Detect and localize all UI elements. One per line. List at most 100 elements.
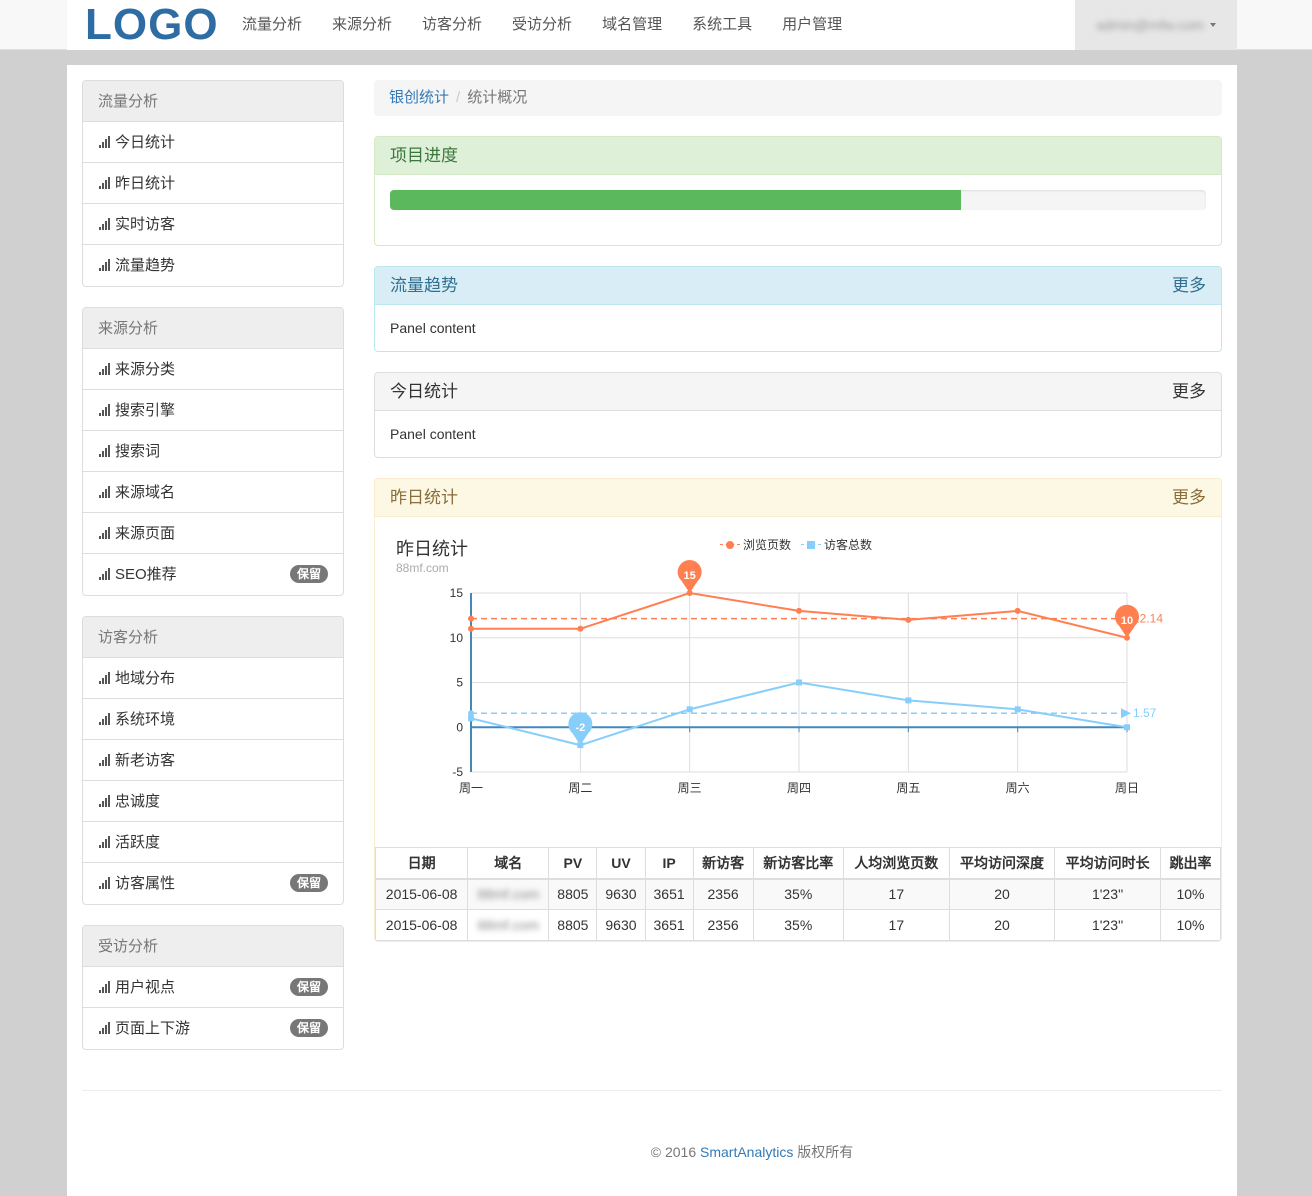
sidebar-item[interactable]: 来源域名 xyxy=(83,472,343,513)
table-cell: 8805 xyxy=(548,909,598,941)
sidebar-item-label: 流量趋势 xyxy=(115,257,176,274)
signal-bars-icon xyxy=(99,568,112,580)
reserved-badge: 保留 xyxy=(289,1019,328,1037)
y-tick-label: 15 xyxy=(450,586,464,600)
footer: © 2016 SmartAnalytics 版权所有 xyxy=(67,1142,1312,1162)
x-tick-label: 周日 xyxy=(1115,781,1139,795)
data-point xyxy=(796,607,802,614)
trend-more-link[interactable]: 更多 xyxy=(1172,267,1206,305)
sidebar-item[interactable]: 用户视点 保留 xyxy=(83,967,343,1008)
table-cell: 3651 xyxy=(644,909,694,941)
footer-brand-link[interactable]: SmartAnalytics xyxy=(700,1144,793,1160)
x-tick-label: 周一 xyxy=(459,781,483,795)
sidebar-group-heading: 受访分析 xyxy=(83,926,343,967)
trend-panel-heading: 流量趋势 更多 xyxy=(375,267,1221,305)
user-menu-dropdown[interactable]: admin@mfw.com xyxy=(1075,0,1237,50)
sidebar-item[interactable]: 地域分布 xyxy=(83,658,343,699)
data-point xyxy=(1124,724,1130,731)
top-navbar: LOGO 流量分析 来源分析 访客分析 受访分析 域名管理 系统工具 用户管理 … xyxy=(0,0,1312,50)
sidebar-item[interactable]: 来源分类 xyxy=(83,349,343,390)
table-cell: 35% xyxy=(752,909,844,941)
today-panel: 今日统计 更多 Panel content xyxy=(374,372,1222,458)
sidebar-item-label: 页面上下游 xyxy=(115,1020,191,1037)
sidebar-item-label: 来源域名 xyxy=(115,484,176,501)
legend-item-pageviews[interactable]: 浏览页数 xyxy=(720,536,791,553)
sidebar-item[interactable]: 新老访客 xyxy=(83,740,343,781)
average-start-marker xyxy=(468,615,474,622)
progress-panel: 项目进度 xyxy=(374,136,1222,246)
signal-bars-icon xyxy=(99,836,112,848)
sidebar-item[interactable]: 访客属性 保留 xyxy=(83,863,343,904)
sidebar-item[interactable]: 流量趋势 xyxy=(83,245,343,286)
table-header-row: 日期 域名 PV UV IP 新访客 新访客比率 人均浏览页数 平均访问深度 平均访问时长 跳出率 xyxy=(375,847,1221,880)
nav-item-visited[interactable]: 受访分析 xyxy=(497,0,587,50)
page-container: 流量分析 今日统计 昨日统计 实时访客 流量趋势 来源分析 来源分类 搜索引擎 搜索词 来源域名来… xyxy=(67,65,1237,1196)
sidebar-item[interactable]: 活跃度 xyxy=(83,822,343,863)
x-tick-label: 周二 xyxy=(568,781,592,795)
table-cell: 20 xyxy=(948,909,1056,941)
signal-bars-icon xyxy=(99,754,112,766)
table-cell: 8805 xyxy=(548,878,598,910)
trend-panel-body: Panel content xyxy=(390,320,476,336)
nav-item-tools[interactable]: 系统工具 xyxy=(677,0,767,50)
legend-item-visitors[interactable]: 访客总数 xyxy=(801,536,872,553)
sidebar-item[interactable]: 搜索词 xyxy=(83,431,343,472)
x-tick-label: 周五 xyxy=(896,781,920,795)
sidebar-item[interactable]: 忠诚度 xyxy=(83,781,343,822)
nav-item-users[interactable]: 用户管理 xyxy=(767,0,857,50)
yesterday-more-link[interactable]: 更多 xyxy=(1172,479,1206,517)
nav-item-domain[interactable]: 域名管理 xyxy=(587,0,677,50)
domain-cell: 88mf.com xyxy=(467,909,550,941)
y-tick-label: -5 xyxy=(452,765,463,779)
table-header-cell: IP xyxy=(644,847,694,880)
signal-bars-icon xyxy=(99,218,112,230)
table-cell: 10% xyxy=(1160,909,1221,941)
table-cell: 10% xyxy=(1160,878,1221,910)
sidebar-item[interactable]: 搜索引擎 xyxy=(83,390,343,431)
breadcrumb-link[interactable]: 银创统计 xyxy=(389,89,449,106)
domain-cell: 88mf.com xyxy=(467,878,550,910)
chart-title: 昨日统计 xyxy=(396,539,468,560)
table-cell: 35% xyxy=(752,878,844,910)
signal-bars-icon xyxy=(99,1022,112,1034)
table-header-cell: 平均访问时长 xyxy=(1054,847,1161,880)
today-panel-title: 今日统计 xyxy=(390,382,458,401)
signal-bars-icon xyxy=(99,136,112,148)
sidebar-item[interactable]: 页面上下游 保留 xyxy=(83,1008,343,1049)
chart-legend: 浏览页数 访客总数 xyxy=(720,536,872,553)
data-point xyxy=(905,697,912,704)
sidebar-item[interactable]: 系统环境 xyxy=(83,699,343,740)
progress-track xyxy=(390,190,1206,210)
table-body: 2015-06-08 88mf.com 8805 9630 3651 2356 35% 17 2… xyxy=(375,878,1221,941)
yesterday-panel: 昨日统计 更多 15 10 5 0 -5 周一 周二 周三 周四 周五 周六 周日 12.14 15 10 1… xyxy=(374,478,1222,942)
sidebar-item[interactable]: 来源页面 xyxy=(83,513,343,554)
today-panel-heading: 今日统计 更多 xyxy=(375,373,1221,411)
nav-item-traffic[interactable]: 流量分析 xyxy=(227,0,317,50)
data-point xyxy=(468,715,474,722)
sidebar-group-heading: 流量分析 xyxy=(83,81,343,122)
sidebar-group: 来源分析 来源分类 搜索引擎 搜索词 来源域名 来源页面 SEO推荐 保留 xyxy=(82,307,344,596)
signal-bars-icon xyxy=(99,404,112,416)
footer-suffix: 版权所有 xyxy=(797,1144,854,1160)
nav-item-source[interactable]: 来源分析 xyxy=(317,0,407,50)
signal-bars-icon xyxy=(99,445,112,457)
breadcrumb: 银创统计 / 统计概况 xyxy=(374,80,1222,116)
data-point xyxy=(796,679,802,686)
sidebar-item[interactable]: 今日统计 xyxy=(83,122,343,163)
progress-panel-title: 项目进度 xyxy=(375,137,1221,175)
min-pin-label: -2 xyxy=(575,722,585,734)
sidebar-item[interactable]: SEO推荐 保留 xyxy=(83,554,343,595)
table-cell: 2356 xyxy=(692,878,754,910)
nav-item-visitor[interactable]: 访客分析 xyxy=(407,0,497,50)
sidebar-item-label: 来源页面 xyxy=(115,525,176,542)
today-more-link[interactable]: 更多 xyxy=(1172,373,1206,411)
sidebar-group: 流量分析今日统计昨日统计 实时访客流量趋势 xyxy=(82,80,344,287)
sidebar-item[interactable]: 实时访客 xyxy=(83,204,343,245)
logo[interactable]: LOGO xyxy=(85,2,219,48)
footer-copyright: © 2016 xyxy=(650,1144,697,1160)
signal-bars-icon xyxy=(99,981,112,993)
sidebar-item-label: 今日统计 xyxy=(115,134,176,151)
sidebar-item-label: 活跃度 xyxy=(115,834,161,851)
table-cell: 9630 xyxy=(596,909,646,941)
sidebar-item[interactable]: 昨日统计 xyxy=(83,163,343,204)
